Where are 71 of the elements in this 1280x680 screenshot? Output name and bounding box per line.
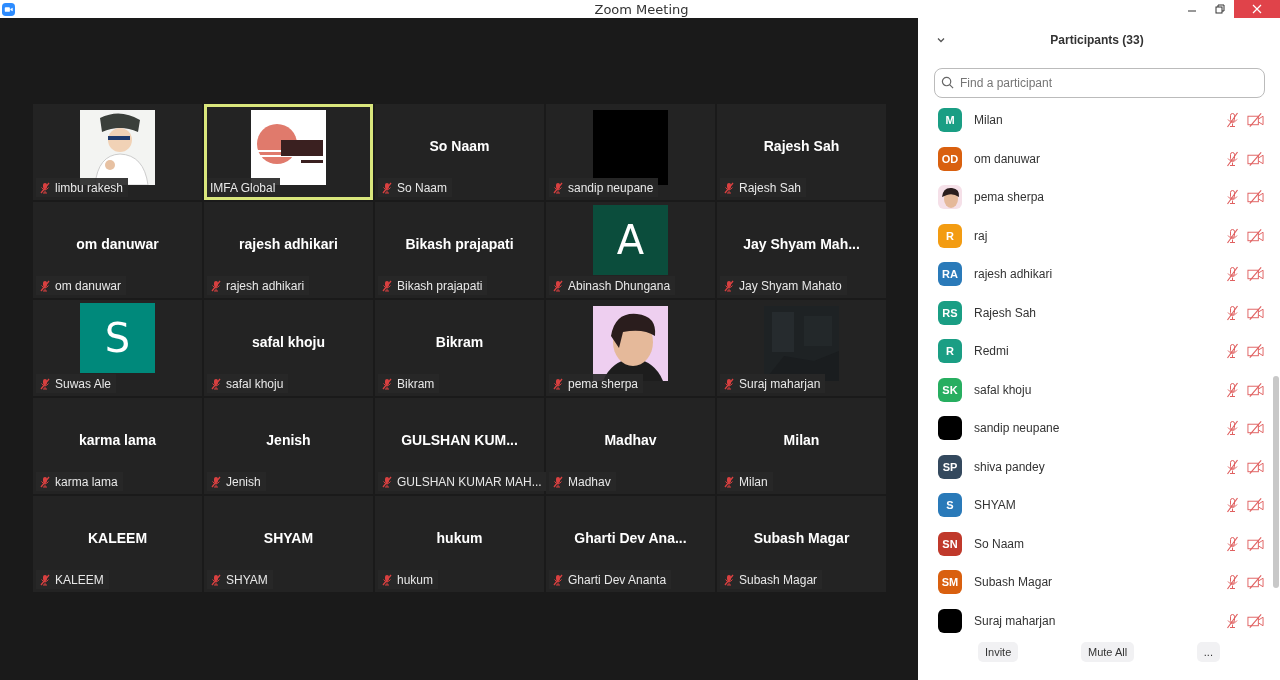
blank-avatar (938, 608, 962, 633)
scrollbar-thumb[interactable] (1273, 376, 1279, 588)
display-name: rajesh adhikari (239, 236, 338, 252)
initials-avatar: R (938, 339, 962, 364)
participant-name: Milan (974, 113, 1003, 128)
participant-row[interactable]: S SHYAM (918, 486, 1272, 525)
initials-avatar: M (938, 108, 962, 133)
search-field[interactable]: Find a participant (934, 68, 1265, 98)
panel-title: Participants (33) (1050, 33, 1144, 47)
search-icon (941, 76, 954, 89)
initials-avatar: SN (938, 531, 962, 556)
participant-row[interactable]: OD om danuwar (918, 139, 1272, 178)
display-name: KALEEM (87, 530, 148, 546)
close-icon (1252, 4, 1262, 14)
participant-row[interactable]: SN So Naam (918, 524, 1272, 563)
display-name: karma lama (78, 432, 157, 448)
footer-button[interactable]: Mute All (1081, 642, 1135, 662)
participant-name: So Naam (974, 536, 1025, 551)
display-name: GULSHAN KUM... (401, 432, 518, 448)
participant-name: sandip neupane (974, 421, 1060, 436)
initials-avatar: RA (938, 262, 962, 287)
participant-name: pema sherpa (974, 190, 1045, 205)
participant-row[interactable]: M Milan (918, 101, 1272, 140)
letter-avatar: A (593, 205, 668, 275)
participant-name: shiva pandey (974, 459, 1045, 474)
blank-avatar (938, 416, 962, 441)
initials-avatar: SP (938, 454, 962, 479)
display-name: om danuwar (76, 236, 159, 252)
participant-name: Redmi (974, 344, 1009, 359)
display-name: Bikram (435, 334, 484, 350)
initials-avatar: OD (938, 146, 962, 171)
display-name: Rajesh Sah (763, 138, 840, 154)
participant-row[interactable]: RA rajesh adhikari (918, 255, 1272, 294)
initials-avatar: R (938, 223, 962, 248)
participant-name: Rajesh Sah (974, 305, 1037, 320)
participant-row[interactable]: Suraj maharjan (918, 601, 1272, 634)
display-name: Jenish (266, 432, 311, 448)
display-name: Bikash prajapati (405, 236, 514, 252)
participant-name: om danuwar (974, 151, 1041, 166)
participant-row[interactable]: SP shiva pandey (918, 447, 1272, 486)
display-name: SHYAM (263, 530, 314, 546)
display-name: Subash Magar (753, 530, 850, 546)
participant-name: Subash Magar (974, 575, 1053, 590)
initials-avatar: S (938, 493, 962, 518)
display-name: Milan (783, 432, 820, 448)
participant-name: raj (974, 228, 988, 243)
participant-name: rajesh adhikari (974, 267, 1053, 282)
initials-avatar: SK (938, 377, 962, 402)
participant-name: safal khoju (974, 382, 1032, 397)
participant-name: SHYAM (974, 498, 1016, 513)
participant-row[interactable]: SK safal khoju (918, 370, 1272, 409)
participant-row[interactable]: pema sherpa (918, 178, 1272, 217)
participant-name: Suraj maharjan (974, 613, 1056, 628)
display-name: safal khoju (251, 334, 326, 350)
footer-button[interactable]: Invite (978, 642, 1019, 662)
participant-row[interactable]: RS Rajesh Sah (918, 293, 1272, 332)
participant-row[interactable]: R Redmi (918, 332, 1272, 371)
initials-avatar: RS (938, 300, 962, 325)
display-name: Jay Shyam Mah... (743, 236, 860, 252)
window-title: Zoom Meeting (594, 1, 689, 17)
participant-row[interactable]: sandip neupane (918, 409, 1272, 448)
display-name: Madhav (604, 432, 657, 448)
letter-avatar: S (80, 303, 155, 373)
footer-button[interactable]: ... (1196, 642, 1220, 662)
initials-avatar: SM (938, 570, 962, 595)
display-name: So Naam (429, 138, 490, 154)
participant-row[interactable]: R raj (918, 216, 1272, 255)
display-name: hukum (436, 530, 483, 546)
display-name: Gharti Dev Ana... (574, 530, 687, 546)
participant-row[interactable]: SM Subash Magar (918, 563, 1272, 602)
restore-icon (1215, 4, 1225, 14)
